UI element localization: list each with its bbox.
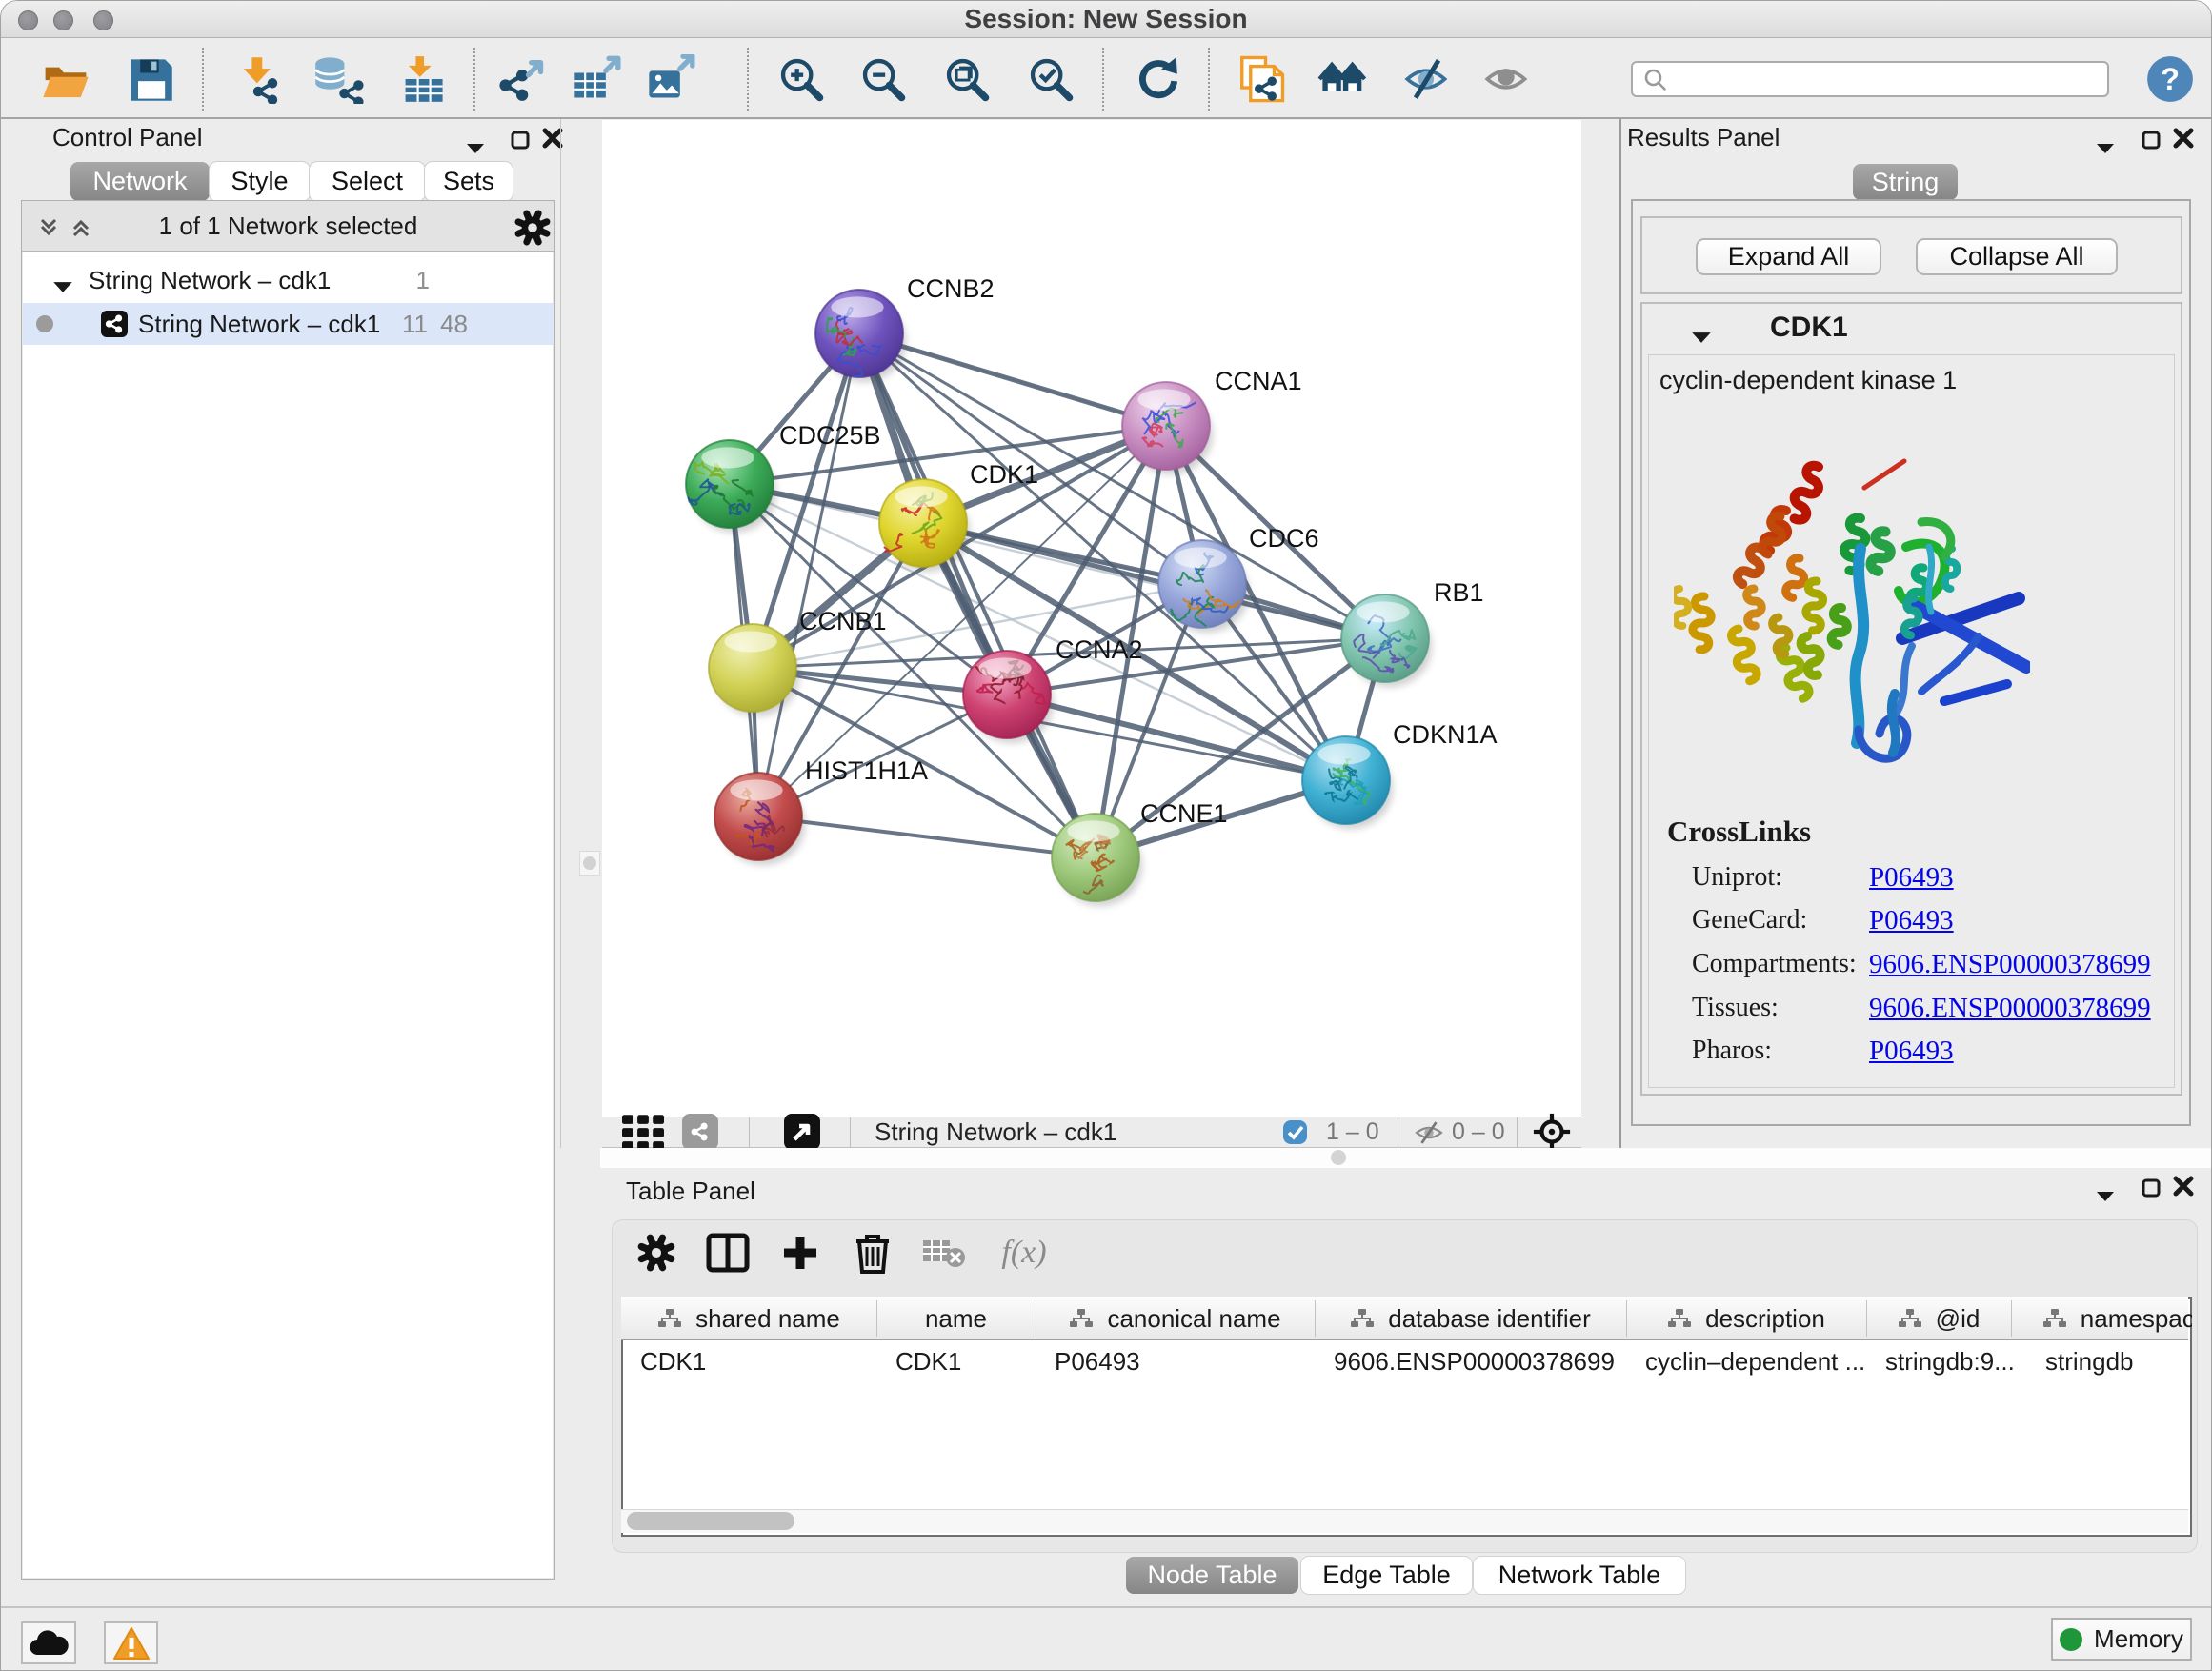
svg-text:CDK1: CDK1 — [970, 460, 1038, 489]
svg-text:RB1: RB1 — [1434, 578, 1484, 607]
svg-text:CDC25B: CDC25B — [779, 421, 881, 450]
svg-text:CCNA1: CCNA1 — [1215, 367, 1302, 395]
svg-text:CCNA2: CCNA2 — [1056, 635, 1143, 664]
svg-text:CCNB2: CCNB2 — [907, 274, 995, 303]
svg-text:?: ? — [2161, 62, 2180, 96]
svg-text:CDKN1A: CDKN1A — [1393, 720, 1498, 749]
svg-text:CDC6: CDC6 — [1249, 524, 1319, 553]
svg-text:HIST1H1A: HIST1H1A — [805, 756, 928, 785]
svg-text:CCNB1: CCNB1 — [799, 607, 887, 635]
svg-text:CCNE1: CCNE1 — [1140, 799, 1228, 828]
